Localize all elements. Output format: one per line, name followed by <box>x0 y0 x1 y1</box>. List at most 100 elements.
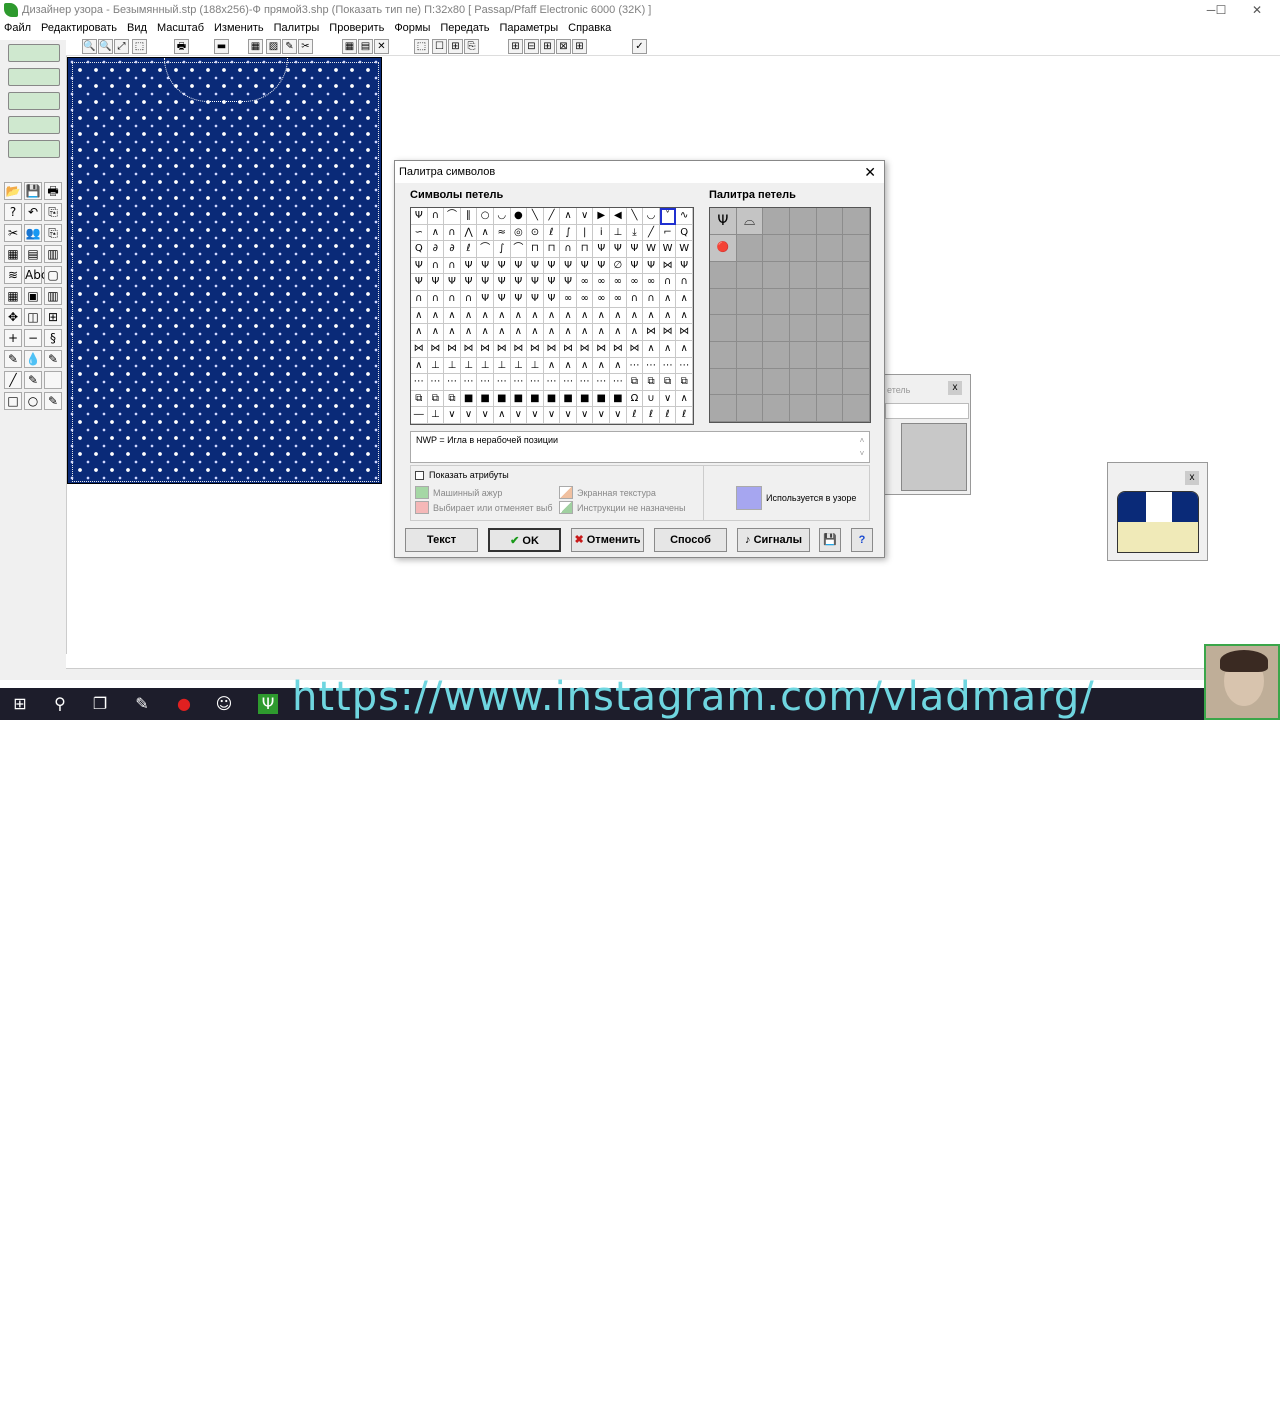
stitch-symbol-cell[interactable]: ⋀ <box>460 224 478 242</box>
check-icon[interactable]: ✓ <box>632 39 647 54</box>
tool-button-12[interactable]: ≋ <box>4 266 22 284</box>
stitch-symbol-cell[interactable]: ∨ <box>576 407 594 424</box>
stitch-symbol-cell[interactable]: ◀ <box>610 208 627 225</box>
stitch-symbol-cell[interactable]: ⅰ <box>593 224 611 242</box>
stitch-symbol-cell[interactable]: ⧉ <box>659 374 677 391</box>
stitch-symbol-cell[interactable]: ⋯ <box>610 374 627 391</box>
stitch-symbol-cell[interactable]: Ψ <box>560 274 577 292</box>
stitch-symbol-cell[interactable]: ■ <box>576 390 594 408</box>
stitch-symbol-cell[interactable]: ∨ <box>593 407 611 424</box>
stitch-symbol-cell[interactable]: ∧ <box>643 340 660 358</box>
tool-button-25[interactable]: 💧 <box>24 350 42 368</box>
stitch-symbol-cell[interactable]: Ψ <box>477 274 494 292</box>
stitch-symbol-cell[interactable]: ∩ <box>643 291 660 308</box>
stitch-symbol-cell[interactable]: ∧ <box>676 340 693 358</box>
zoom-out-icon[interactable]: 🔍 <box>98 39 113 54</box>
stitch-symbol-cell[interactable]: ∧ <box>560 324 577 341</box>
stitch-symbol-cell[interactable]: ■ <box>477 390 494 408</box>
stitch-symbol-cell[interactable]: ⌒ <box>510 241 528 258</box>
palette-cell[interactable] <box>843 395 870 422</box>
stitch-symbol-cell[interactable]: Ψ <box>610 241 627 258</box>
menu-help[interactable]: Справка <box>568 22 611 34</box>
palette-cell[interactable] <box>843 262 870 289</box>
tool-button-16[interactable]: ▣ <box>24 287 42 305</box>
stitch-symbol-cell[interactable]: ⋈ <box>444 340 461 358</box>
stitch-symbol-cell[interactable]: ⋈ <box>427 340 445 358</box>
stitch-symbol-cell[interactable]: Ψ <box>527 257 544 275</box>
stitch-symbol-cell[interactable]: Ψ <box>493 291 511 308</box>
stitch-symbol-cell[interactable]: ⋯ <box>576 374 594 391</box>
stitch-symbol-cell[interactable]: ∞ <box>593 274 611 292</box>
stitch-icon[interactable]: ✕ <box>374 39 389 54</box>
menu-parameters[interactable]: Параметры <box>499 22 558 34</box>
method-button[interactable]: Способ <box>654 528 727 552</box>
stitch-symbol-cell[interactable]: ⧉ <box>676 374 693 391</box>
palette-cell[interactable] <box>789 208 817 235</box>
tray-language[interactable]: РУС <box>1155 1387 1175 1398</box>
palette-cell[interactable] <box>843 235 870 262</box>
stitch-symbol-cell[interactable]: ∨ <box>477 407 494 424</box>
stitch-symbol-cell[interactable]: ⋯ <box>444 374 461 391</box>
ok-button[interactable]: ✔ OK <box>488 528 561 552</box>
stitch-symbol-cell[interactable]: Ψ <box>576 257 594 275</box>
stitch-symbol-cell[interactable]: ⧉ <box>411 390 428 408</box>
tool-button-27[interactable]: ╱ <box>4 371 22 389</box>
stitch-symbol-cell[interactable]: ∩ <box>460 291 478 308</box>
print-icon[interactable]: 🖶 <box>174 39 189 54</box>
stitch-symbol-cell[interactable]: ∧ <box>460 324 478 341</box>
stitch-symbol-cell[interactable]: ∧ <box>527 324 544 341</box>
tool-button-13[interactable]: Abc <box>24 266 47 284</box>
stitch-symbol-cell[interactable]: ⋯ <box>477 374 494 391</box>
stitch-symbol-cell[interactable]: Ψ <box>560 257 577 275</box>
stitch-symbol-cell[interactable]: ● <box>510 208 528 225</box>
stitch-symbol-cell[interactable]: ℓ <box>659 407 677 424</box>
zoom-fit-icon[interactable]: ⤢ <box>114 39 129 54</box>
stitch-symbol-cell[interactable]: ∨ <box>510 407 528 424</box>
stitch-symbol-cell[interactable]: ⧉ <box>643 374 660 391</box>
palette-cell[interactable] <box>736 288 764 316</box>
stitch-symbol-cell[interactable]: ∩ <box>444 291 461 308</box>
stitch-symbol-cell[interactable]: ⋈ <box>560 340 577 358</box>
stitch-symbol-cell[interactable]: ⋈ <box>543 340 561 358</box>
help-button[interactable]: ? <box>851 528 873 552</box>
stitch-symbol-cell[interactable]: ∞ <box>560 291 577 308</box>
stitch-symbol-cell[interactable]: ∩ <box>626 291 644 308</box>
stitch-symbol-cell[interactable]: ∅ <box>610 257 627 275</box>
stitch-symbol-cell[interactable]: ∧ <box>659 307 677 325</box>
stitch-symbol-cell[interactable]: ∧ <box>593 307 611 325</box>
tool-button-17[interactable]: ▥ <box>44 287 62 305</box>
stitch-symbol-cell[interactable]: ⤓ <box>626 224 644 242</box>
close-button[interactable]: ✕ <box>1234 0 1280 20</box>
stitch-symbol-cell[interactable]: ∧ <box>593 324 611 341</box>
stitch-symbol-cell[interactable]: ∩ <box>444 224 461 242</box>
palette-cell[interactable] <box>816 395 844 422</box>
paste-icon[interactable]: ⎘ <box>464 39 479 54</box>
tool-button-26[interactable]: ✎ <box>44 350 62 368</box>
stitch-symbol-cell[interactable]: ⋯ <box>411 374 428 391</box>
stitch-symbol-cell[interactable]: ⋈ <box>510 340 528 358</box>
menu-file[interactable]: Файл <box>4 22 31 34</box>
stitch-symbol-cell[interactable]: ⧉ <box>626 374 644 391</box>
stitch-symbol-cell[interactable]: ⋯ <box>460 374 478 391</box>
tool-button-30[interactable]: □ <box>4 392 22 410</box>
stitch-symbol-cell[interactable]: Ψ <box>593 241 611 258</box>
stitch-symbol-cell[interactable]: ∫ <box>560 224 577 242</box>
monitor-icon[interactable] <box>8 140 60 158</box>
scissors-icon[interactable]: ✂ <box>298 39 313 54</box>
stitch-symbol-cell[interactable]: Ψ <box>493 257 511 275</box>
palette-cell[interactable] <box>843 341 870 369</box>
palette-cell[interactable] <box>789 341 817 369</box>
stitch-symbol-cell[interactable]: ∧ <box>477 307 494 325</box>
knitting-machine-icon[interactable] <box>8 116 60 134</box>
menu-transfer[interactable]: Передать <box>440 22 489 34</box>
stitch-symbol-cell[interactable]: Ψ <box>676 257 693 275</box>
stitch-symbol-cell[interactable]: ∧ <box>477 224 494 242</box>
stitch-symbol-cell[interactable]: ∧ <box>560 357 577 375</box>
zoom-in-icon[interactable]: 🔍 <box>82 39 97 54</box>
stitch-symbol-cell[interactable]: W <box>659 241 677 258</box>
stitch-symbol-cell[interactable]: ∩ <box>444 257 461 275</box>
stitch-symbol-cell[interactable]: ∧ <box>643 307 660 325</box>
tool-button-6[interactable]: ✂ <box>4 224 22 242</box>
stitch-symbol-cell[interactable]: ■ <box>543 390 561 408</box>
stitch-symbol-cell[interactable]: ∩ <box>676 274 693 292</box>
